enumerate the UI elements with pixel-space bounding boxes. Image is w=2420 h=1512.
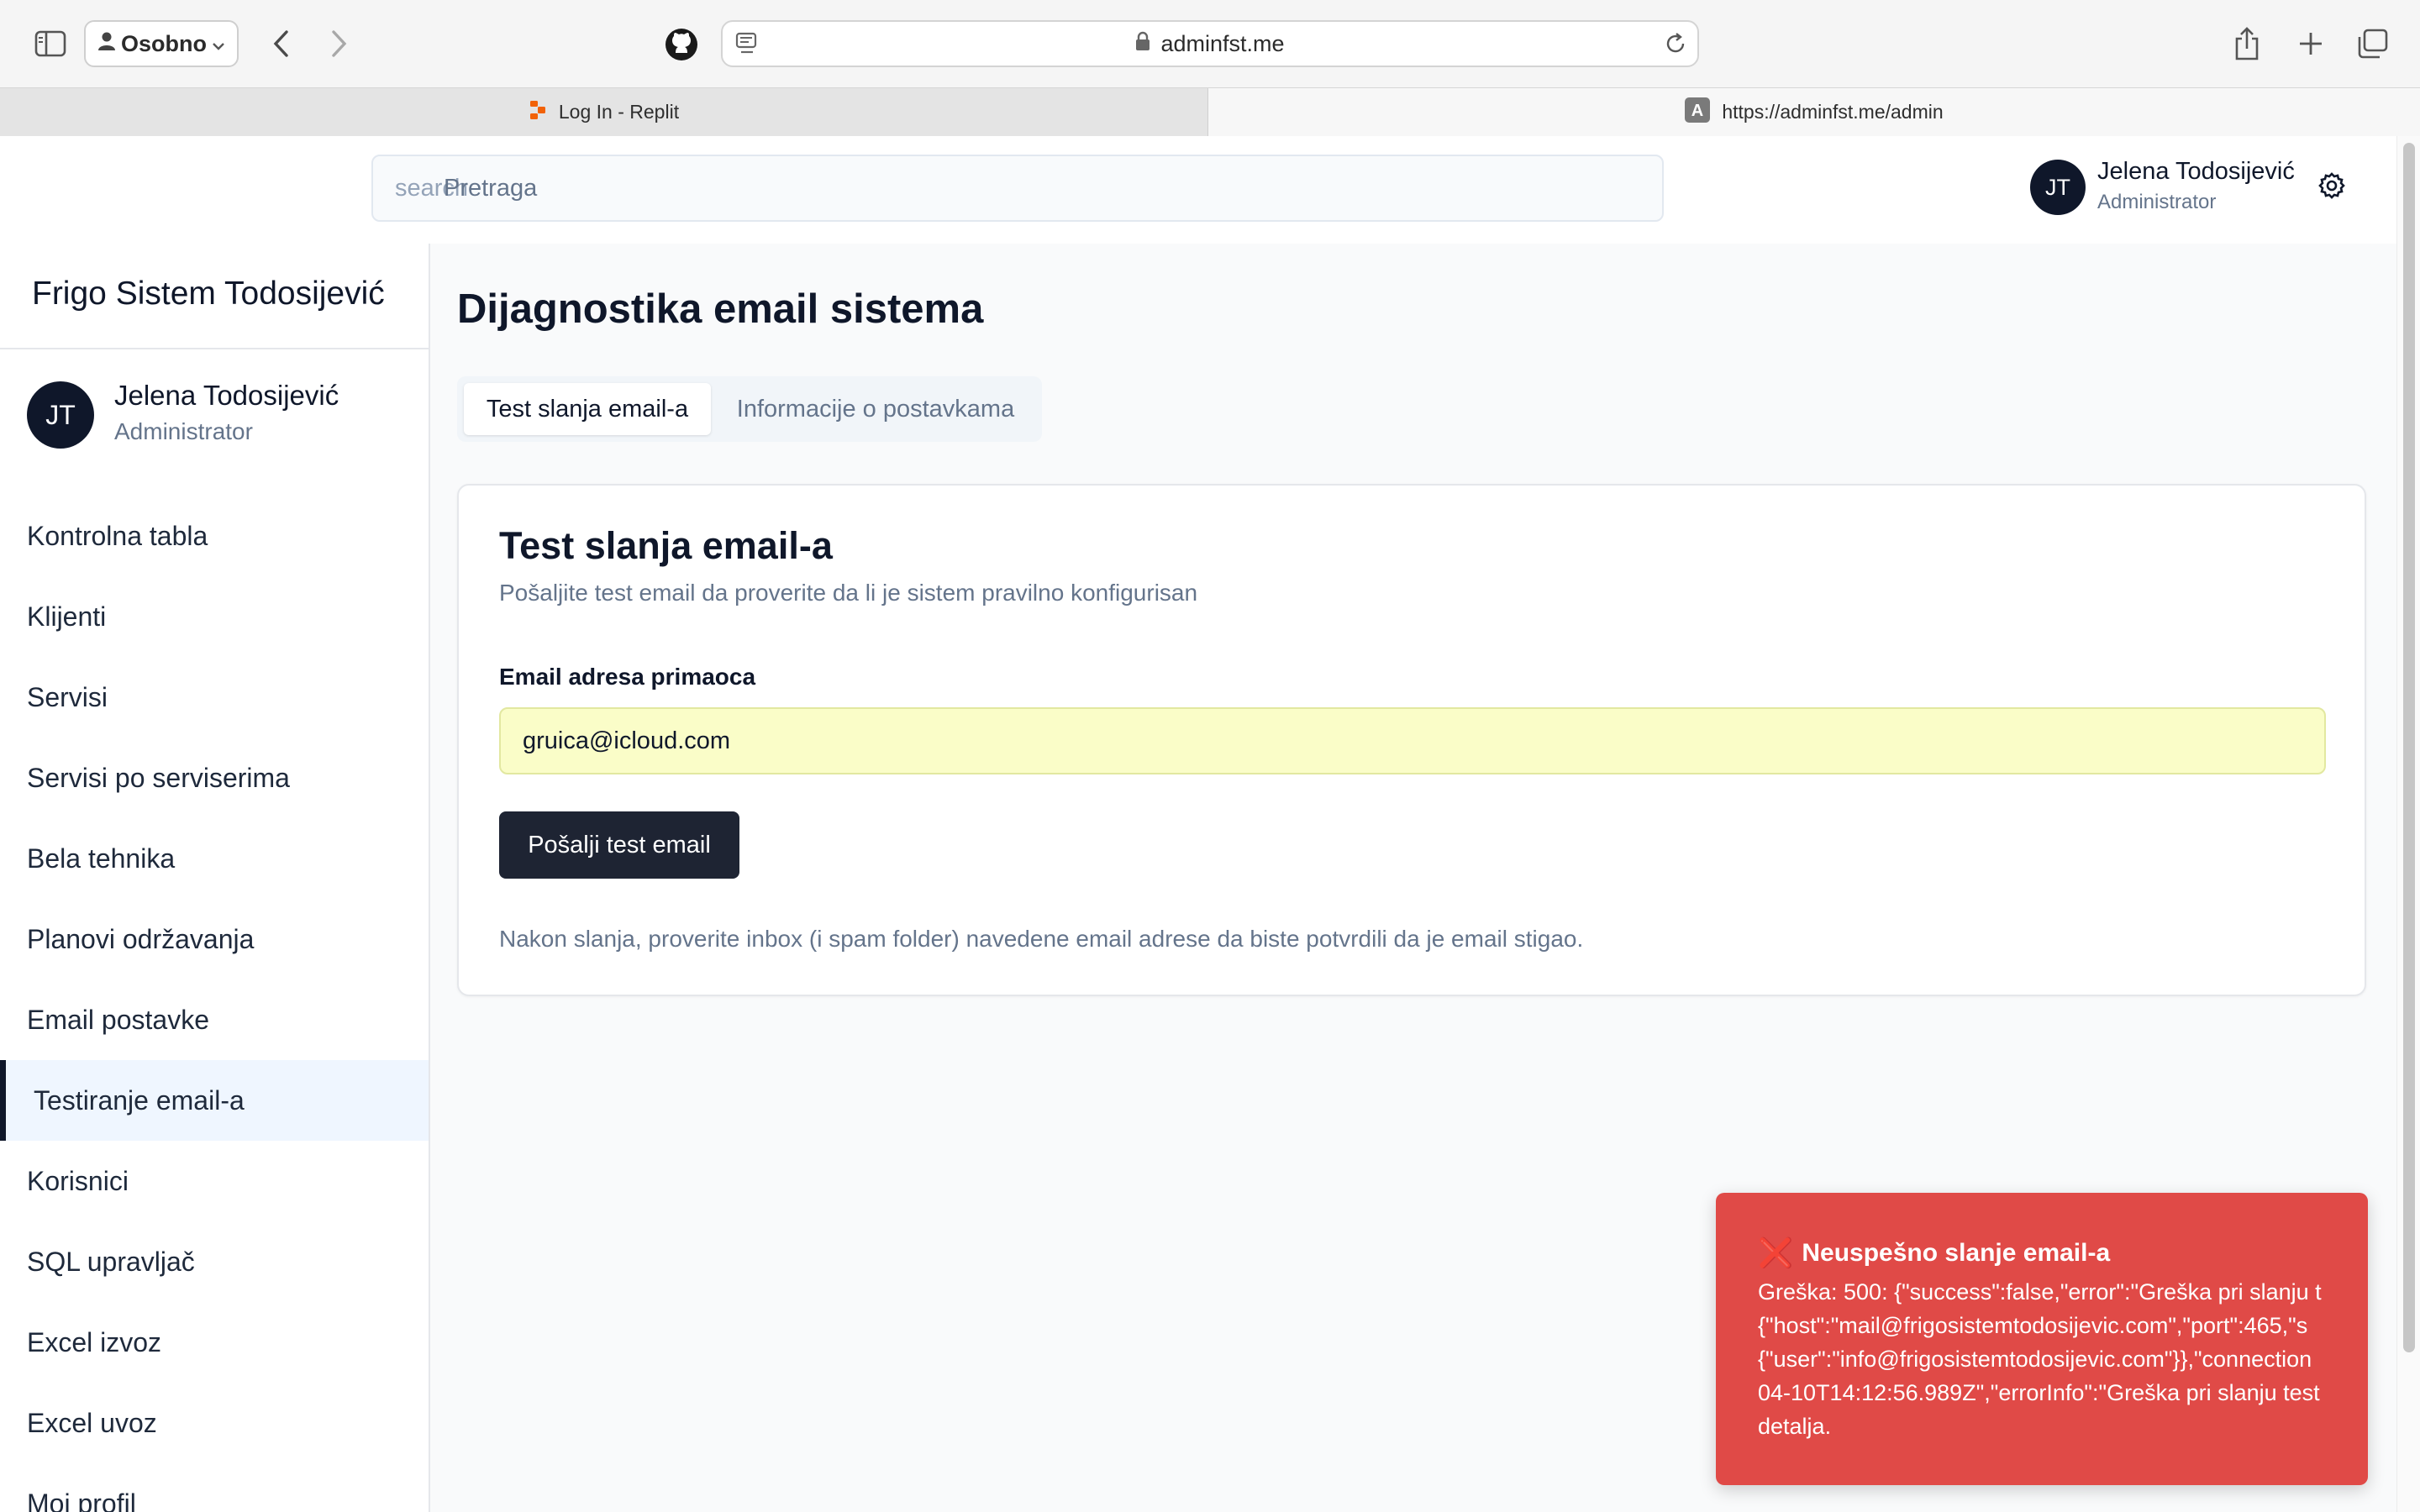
sidebar-item-planovi-odrzavanja[interactable]: Planovi održavanja	[0, 899, 429, 979]
email-test-card: Test slanja email-a Pošaljite test email…	[457, 484, 2366, 996]
sidebar: Frigo Sistem Todosijević JT Jelena Todos…	[0, 244, 430, 1512]
lock-icon	[1135, 31, 1150, 57]
sidebar-item-email-postavke[interactable]: Email postavke	[0, 979, 429, 1060]
header-user-info: Jelena Todosijević Administrator	[2097, 158, 2295, 214]
email-field-label: Email adresa primaoca	[499, 664, 756, 690]
share-icon[interactable]	[2228, 24, 2265, 64]
sidebar-nav: Kontrolna tabla Klijenti Servisi Servisi…	[0, 496, 429, 1512]
sidebar-divider	[0, 348, 429, 349]
card-title: Test slanja email-a	[499, 524, 833, 567]
profile-label: Osobno	[121, 30, 207, 56]
letter-a-favicon-icon: A	[1685, 97, 1711, 128]
sidebar-user-role: Administrator	[114, 418, 253, 444]
brand-title: Frigo Sistem Todosijević	[32, 276, 385, 312]
new-tab-plus-icon[interactable]	[2292, 25, 2329, 62]
search-input[interactable]: search Pretraga	[371, 155, 1664, 222]
sidebar-item-sql-upravljac[interactable]: SQL upravljač	[0, 1221, 429, 1302]
tab-overview-icon[interactable]	[2353, 25, 2391, 62]
sidebar-item-excel-uvoz[interactable]: Excel uvoz	[0, 1383, 429, 1463]
sidebar-item-moj-profil[interactable]: Moj profil	[0, 1463, 429, 1512]
card-note: Nakon slanja, proverite inbox (i spam fo…	[499, 926, 1584, 952]
tab-test-slanja[interactable]: Test slanja email-a	[464, 383, 711, 435]
toast-line: {"user":"info@frigosistemtodosijevic.com…	[1758, 1347, 2312, 1372]
sidebar-item-servisi[interactable]: Servisi	[0, 657, 429, 738]
card-description: Pošaljite test email da proverite da li …	[499, 580, 1198, 606]
svg-text:A: A	[1691, 102, 1703, 120]
sidebar-user-info: Jelena Todosijević Administrator	[114, 380, 339, 445]
toast-line: detalja.	[1758, 1414, 1832, 1439]
url-display: adminfst.me	[723, 22, 1697, 66]
toast-title-row: ❌ Neuspešno slanje email-a	[1758, 1236, 2110, 1270]
toast-line: {"host":"mail@frigosistemtodosijevic.com…	[1758, 1313, 2308, 1338]
sidebar-item-klijenti[interactable]: Klijenti	[0, 576, 429, 657]
browser-tab-replit[interactable]: Log In - Replit	[0, 88, 1208, 136]
sidebar-item-kontrolna-tabla[interactable]: Kontrolna tabla	[0, 496, 429, 576]
scrollbar-thumb[interactable]	[2403, 143, 2415, 1352]
toast-title: Neuspešno slanje email-a	[1802, 1239, 2111, 1267]
search-placeholder-overlay: Pretraga	[444, 174, 538, 202]
browser-tab-strip: Log In - Replit A https://adminfst.me/ad…	[0, 87, 2420, 136]
toast-line: 04-10T14:12:56.989Z","errorInfo":"Greška…	[1758, 1380, 2320, 1405]
replit-icon	[529, 100, 547, 125]
sidebar-item-servisi-po-serviserima[interactable]: Servisi po serviserima	[0, 738, 429, 818]
header-user-role: Administrator	[2097, 191, 2217, 213]
sidebar-item-bela-tehnika[interactable]: Bela tehnika	[0, 818, 429, 899]
reload-icon[interactable]	[1664, 32, 1687, 60]
email-field[interactable]	[499, 707, 2326, 774]
browser-tab-admin[interactable]: A https://adminfst.me/admin	[1208, 88, 2420, 136]
sidebar-item-testiranje-email-a[interactable]: Testiranje email-a	[0, 1060, 429, 1141]
sidebar-item-excel-izvoz[interactable]: Excel izvoz	[0, 1302, 429, 1383]
back-arrow-icon[interactable]	[264, 25, 297, 62]
avatar[interactable]: JT	[2030, 160, 2086, 215]
header-user-name: Jelena Todosijević	[2097, 158, 2295, 185]
toast-message: Greška: 500: {"success":false,"error":"G…	[1758, 1275, 2368, 1443]
tab-list: Test slanja email-a Informacije o postav…	[457, 376, 1042, 442]
gear-icon[interactable]	[2317, 171, 2346, 204]
page-title: Dijagnostika email sistema	[457, 286, 984, 332]
sidebar-item-korisnici[interactable]: Korisnici	[0, 1141, 429, 1221]
tab-informacije[interactable]: Informacije o postavkama	[724, 383, 1027, 435]
browser-tab-label: https://adminfst.me/admin	[1722, 101, 1944, 123]
person-icon	[97, 31, 116, 57]
browser-tab-label: Log In - Replit	[558, 101, 680, 123]
page-scrollbar[interactable]	[2396, 136, 2420, 1512]
send-test-email-button[interactable]: Pošalji test email	[499, 811, 739, 879]
browser-profile-button[interactable]: Osobno	[84, 20, 239, 67]
github-icon[interactable]	[662, 25, 701, 64]
error-toast: ❌ Neuspešno slanje email-a Greška: 500: …	[1716, 1193, 2368, 1485]
browser-toolbar: Osobno adminfst.me	[0, 0, 2420, 87]
chevron-down-icon	[212, 31, 225, 57]
sidebar-toggle-icon[interactable]	[32, 25, 69, 62]
forward-arrow-icon[interactable]	[323, 25, 356, 62]
toast-line: Greška: 500: {"success":false,"error":"G…	[1758, 1279, 2322, 1305]
cross-mark-icon: ❌	[1758, 1236, 1794, 1270]
sidebar-user-name: Jelena Todosijević	[114, 380, 339, 411]
url-text: adminfst.me	[1160, 30, 1285, 56]
avatar: JT	[27, 381, 94, 449]
top-bar: search Pretraga JT Jelena Todosijević Ad…	[0, 136, 2396, 244]
address-bar[interactable]: adminfst.me	[721, 20, 1699, 67]
